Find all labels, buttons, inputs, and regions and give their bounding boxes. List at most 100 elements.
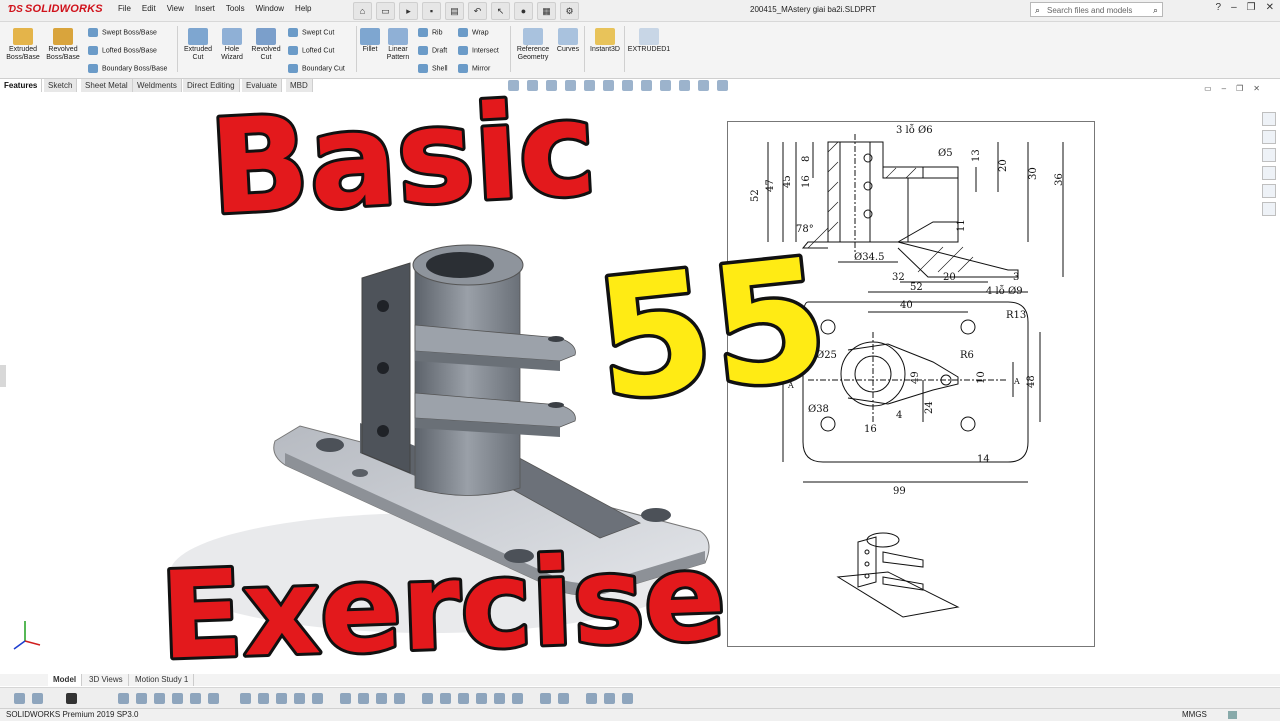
draft-button[interactable]: Draft [418,46,447,55]
section-view-icon[interactable] [565,80,576,91]
menu-file[interactable]: File [118,4,131,13]
fillet-button[interactable]: Fillet [358,28,382,54]
unit-system[interactable]: MMGS [1182,709,1207,721]
open-icon[interactable]: ▸ [399,2,418,20]
tab-sketch[interactable]: Sketch [44,79,78,92]
extruded-cut-button[interactable]: Extruded Cut [180,28,216,62]
block-filter-icon[interactable] [458,693,469,704]
feature-manager-toggle[interactable] [0,365,6,387]
viewport-restore-icon[interactable]: ❐ [1236,84,1243,93]
menu-tools[interactable]: Tools [226,4,245,13]
plane-filter-icon[interactable] [208,693,219,704]
undo-icon[interactable]: ↶ [468,2,487,20]
display-style-icon[interactable] [622,80,633,91]
mirror-button[interactable]: Mirror [458,64,490,73]
menu-insert[interactable]: Insert [195,4,215,13]
print-icon[interactable]: ▤ [445,2,464,20]
mate-filter-icon[interactable] [540,693,551,704]
menu-help[interactable]: Help [295,4,311,13]
select-all-filters-icon[interactable] [604,693,615,704]
point-filter-icon[interactable] [240,693,251,704]
shell-button[interactable]: Shell [418,64,448,73]
vertex-filter-icon[interactable] [118,693,129,704]
zoom-area-icon[interactable] [527,80,538,91]
note-filter-icon[interactable] [294,693,305,704]
wrap-button[interactable]: Wrap [458,28,489,37]
menu-window[interactable]: Window [256,4,284,13]
file-explorer-icon[interactable] [1262,148,1276,162]
status-info-icon[interactable] [1228,711,1237,719]
resources-icon[interactable] [1262,112,1276,126]
minimize-icon[interactable]: – [1231,2,1237,13]
zoom-to-fit-icon[interactable] [508,80,519,91]
view-settings-icon[interactable] [698,80,709,91]
design-library-icon[interactable] [1262,130,1276,144]
intersect-button[interactable]: Intersect [458,46,499,55]
lofted-boss-button[interactable]: Lofted Boss/Base [88,46,157,55]
cosmetic-thread-filter-icon[interactable] [440,693,451,704]
clear-filters-icon[interactable] [586,693,597,704]
lofted-cut-button[interactable]: Lofted Cut [288,46,334,55]
connection-filter-icon[interactable] [494,693,505,704]
search-go-icon[interactable]: ⌕ [1153,3,1158,18]
restore-icon[interactable]: ❐ [1247,2,1256,13]
view-orientation-icon[interactable] [603,80,614,91]
graphics-area[interactable]: 3 lỗ Ø6 Ø5 13 20 30 36 8 16 52 47 45 78°… [0,93,1280,673]
home-icon[interactable]: ⌂ [353,2,372,20]
tab-motion-study[interactable]: Motion Study 1 [130,674,195,686]
hole-wizard-button[interactable]: Hole Wizard [216,28,248,62]
close-icon[interactable]: ✕ [1266,2,1274,13]
invert-filters-icon[interactable] [622,693,633,704]
file-properties-icon[interactable]: ▦ [537,2,556,20]
boundary-cut-button[interactable]: Boundary Cut [288,64,345,73]
edit-appearance-icon[interactable] [660,80,671,91]
select-cursor-icon[interactable] [66,693,77,704]
menu-view[interactable]: View [167,4,184,13]
revolved-boss-button[interactable]: Revolved Boss/Base [44,28,82,62]
tab-model[interactable]: Model [48,674,83,686]
curves-button[interactable]: Curves [555,28,581,54]
search-input[interactable]: ⌕ Search files and models ⌕ [1030,2,1163,17]
view-palette-icon[interactable] [1262,166,1276,180]
linear-pattern-button[interactable]: Linear Pattern [384,28,412,62]
filter-icon[interactable] [14,693,25,704]
boundary-boss-button[interactable]: Boundary Boss/Base [88,64,167,73]
silhouette-filter-icon[interactable] [394,693,405,704]
viewport-tile-icon[interactable]: ▭ [1204,84,1212,93]
instant3d-button[interactable]: Instant3D [587,28,623,54]
axis-filter-icon[interactable] [190,693,201,704]
new-document-icon[interactable]: ▭ [376,2,395,20]
appearances-icon[interactable] [1262,184,1276,198]
sketch-filter-icon[interactable] [258,693,269,704]
options-icon[interactable]: ⚙ [560,2,579,20]
hide-show-icon[interactable] [641,80,652,91]
tab-sheet-metal[interactable]: Sheet Metal [81,79,133,92]
tab-3d-views[interactable]: 3D Views [84,674,129,686]
body-filter-icon[interactable] [172,693,183,704]
reference-geometry-button[interactable]: Reference Geometry [513,28,553,62]
filter-toggle-icon[interactable] [32,693,43,704]
viewport-minimize-icon[interactable]: – [1222,84,1226,93]
swept-cut-button[interactable]: Swept Cut [288,28,334,37]
tab-mbd[interactable]: MBD [286,79,313,92]
face-filter-icon[interactable] [154,693,165,704]
rebuild-icon[interactable]: ● [514,2,533,20]
edge-filter-icon[interactable] [136,693,147,704]
tab-weldments[interactable]: Weldments [133,79,182,92]
loop-filter-icon[interactable] [358,693,369,704]
dynamic-annotation-icon[interactable] [584,80,595,91]
solidworks-logo[interactable]: ƊS SOLIDWORKS [8,3,103,15]
tab-features[interactable]: Features [0,79,43,92]
center-mark-filter-icon[interactable] [476,693,487,704]
surface-filter-icon[interactable] [340,693,351,704]
rib-button[interactable]: Rib [418,28,443,37]
custom-properties-icon[interactable] [1262,202,1276,216]
datum-filter-icon[interactable] [376,693,387,704]
apply-scene-icon[interactable] [679,80,690,91]
viewport-close-icon[interactable]: ✕ [1253,84,1260,93]
tab-evaluate[interactable]: Evaluate [242,79,283,92]
help-icon[interactable]: ? [1216,2,1222,13]
tab-direct-editing[interactable]: Direct Editing [183,79,240,92]
monitor-icon[interactable] [717,80,728,91]
save-icon[interactable]: ▪ [422,2,441,20]
